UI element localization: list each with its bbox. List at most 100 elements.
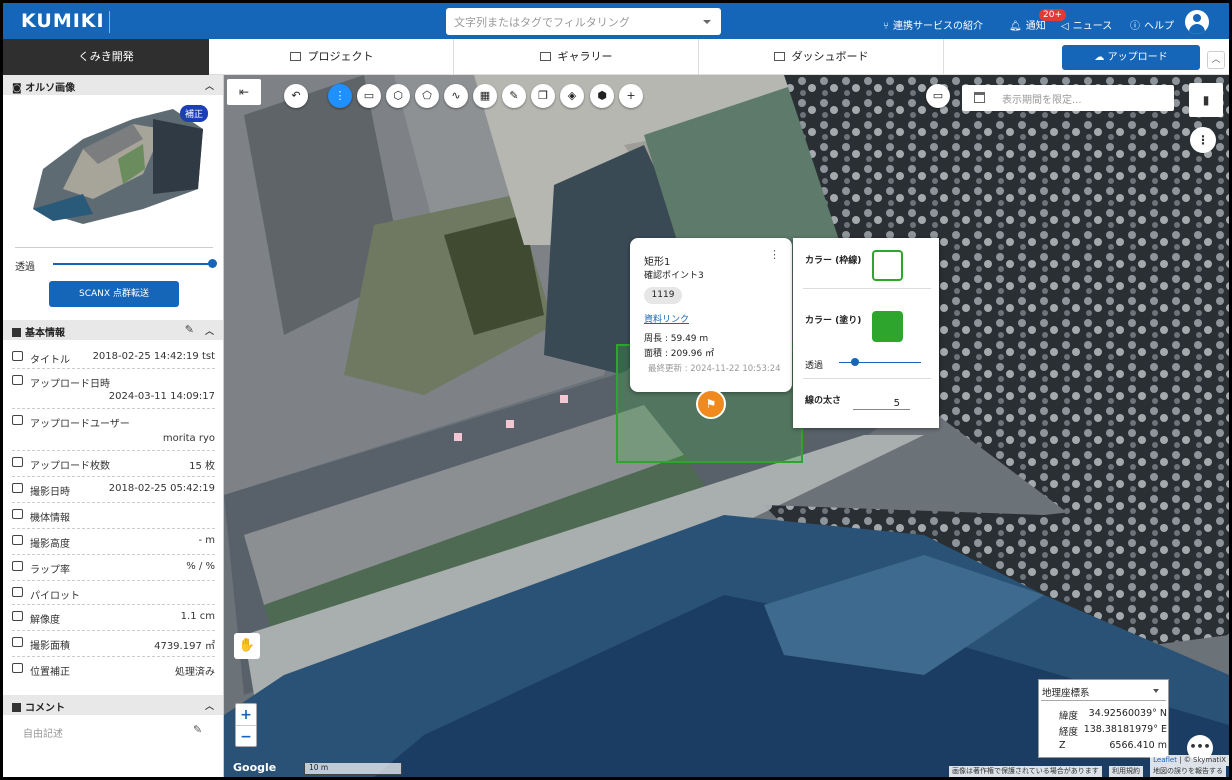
search-filter-input[interactable]: 文字列またはタグでフィルタリング [446, 8, 721, 35]
undo-tool[interactable]: ↶ [284, 84, 308, 108]
fill-transparency-label: 透過 [805, 361, 824, 371]
user-icon [12, 415, 23, 425]
copy-icon: ❐ [538, 89, 548, 102]
ruler-icon: ▭ [363, 89, 375, 102]
tab-gallery-label: ギャラリー [557, 50, 613, 63]
map-layer-button[interactable]: ▮ [1189, 83, 1223, 117]
pencil-icon[interactable]: ✎ [193, 723, 202, 736]
organization-selector[interactable]: くみき開発 [3, 39, 209, 75]
help-link[interactable]: ⓘ ヘルプ [1130, 17, 1174, 32]
integration-link[interactable]: ⑂ 連携サービスの紹介 [883, 17, 983, 32]
fill-transparency-slider[interactable] [839, 358, 921, 366]
comment-input[interactable]: 自由記述 [23, 725, 63, 740]
measure-tool[interactable]: ▭ [357, 84, 381, 108]
map-attribution: Leaflet | © SkymatiX [1150, 755, 1229, 766]
divider [803, 288, 931, 289]
plus-icon: + [626, 89, 636, 102]
news-link[interactable]: ◁ ニュース [1061, 17, 1112, 32]
chevron-up-icon[interactable]: ︿ [205, 324, 214, 337]
info-row-upload-date: アップロード日時 2024-03-11 14:09:17 [12, 369, 215, 409]
help-icon: ⓘ [1130, 21, 1140, 32]
basic-info-section-header[interactable]: 基本情報 ✎ ︿ [3, 320, 223, 340]
info-value: 4739.197 ㎡ [154, 641, 215, 652]
megaphone-icon: ◁ [1061, 21, 1069, 32]
dots-vertical-icon: ⋮ [1197, 133, 1209, 147]
terms-link[interactable]: 利用規約 [1109, 766, 1143, 777]
info-label: パイロット [30, 591, 80, 602]
camera-icon: ◙ [12, 83, 26, 94]
map-view[interactable]: ⇤ ↶ ⋮ ▭ ⬡ ⬠ ∿ ▦ ✎ ❐ ◈ ⬢ + ▭ 表示期間を限定... ▮… [224, 75, 1229, 777]
zoom-out-button[interactable]: − [236, 726, 256, 748]
document-link[interactable]: 資料リンク [644, 312, 689, 325]
comment-section-header[interactable]: コメント ︿ [3, 695, 223, 715]
upload-button[interactable]: ☁ アップロード [1062, 45, 1200, 70]
grid-tool[interactable]: ▦ [473, 84, 497, 108]
tab-gallery[interactable]: ギャラリー [454, 39, 699, 75]
area-icon [12, 637, 23, 647]
pencil-icon[interactable]: ✎ [185, 323, 194, 336]
folder-icon [289, 52, 301, 61]
divider [1041, 700, 1166, 701]
chevron-up-icon[interactable]: ︿ [205, 699, 214, 712]
info-label: 位置補正 [30, 667, 70, 678]
eraser-tool[interactable]: ◈ [560, 84, 584, 108]
zoom-in-button[interactable]: + [236, 704, 256, 726]
period-filter-input[interactable]: 表示期間を限定... [962, 85, 1174, 111]
polygon-area-tool[interactable]: ⬡ [386, 84, 410, 108]
period-placeholder: 表示期間を限定... [1002, 95, 1082, 106]
calendar-icon [974, 92, 985, 103]
dots-vertical-icon[interactable]: ⋮ [769, 248, 780, 261]
stroke-color-swatch[interactable] [872, 250, 903, 281]
bell-icon: 🔔︎ [1009, 21, 1022, 32]
add-tool[interactable]: + [619, 84, 643, 108]
info-label: 撮影面積 [30, 641, 70, 652]
transparency-slider[interactable] [53, 259, 217, 268]
pentagon-tool[interactable]: ⬠ [415, 84, 439, 108]
pan-tool[interactable]: ✋ [234, 633, 260, 659]
altitude-icon [12, 535, 23, 545]
copy-tool[interactable]: ❐ [531, 84, 555, 108]
info-card-icon [12, 328, 21, 337]
longitude-label: 経度 [1059, 727, 1079, 738]
google-logo: Google [233, 761, 277, 774]
kumiki-logo[interactable]: KUMIKI [21, 10, 105, 32]
aerial-imagery [224, 75, 1229, 777]
annotate-tool[interactable]: ✎ [502, 84, 526, 108]
coordinate-system-select[interactable]: 地理座標系 [1042, 685, 1090, 699]
tab-project[interactable]: プロジェクト [210, 39, 454, 75]
chevron-up-icon[interactable]: ︿ [205, 79, 214, 92]
report-error-link[interactable]: 地図の誤りを報告する [1150, 766, 1226, 777]
info-sidebar: ◙ オルソ画像 ︿ 補正 透過 SCANX 点群転送 基本情報 ✎ ︿ タイトル… [3, 75, 224, 777]
polygon-area-icon: ⬡ [393, 89, 403, 102]
ortho-section-header[interactable]: ◙ オルソ画像 ︿ [3, 75, 223, 95]
scanx-transfer-button[interactable]: SCANX 点群転送 [49, 281, 179, 307]
tab-dashboard[interactable]: ダッシュボード [699, 39, 944, 75]
fill-color-swatch[interactable] [872, 311, 903, 342]
collapse-header-button[interactable]: ︿ [1207, 51, 1225, 69]
longitude-value: 138.38181979° E [1083, 724, 1167, 735]
popup-updated: 最終更新 : 2024-11-22 10:53:24 [648, 364, 781, 374]
chevron-down-icon[interactable] [1153, 689, 1159, 693]
info-row-pilot: パイロット [12, 581, 215, 605]
line-width-input[interactable]: 5 [853, 398, 910, 410]
user-avatar[interactable] [1185, 10, 1209, 34]
chevron-down-icon[interactable] [703, 20, 711, 24]
cube-tool[interactable]: ⬢ [590, 84, 614, 108]
drone-icon [12, 509, 23, 519]
pilot-icon [12, 587, 23, 597]
menu-tool[interactable]: ⋮ [328, 84, 352, 108]
display-toggle[interactable]: ▭ [926, 84, 950, 108]
line-profile-tool[interactable]: ∿ [444, 84, 468, 108]
copy-icon [12, 663, 23, 673]
line-width-label: 線の太さ [805, 396, 842, 406]
leaflet-link[interactable]: Leaflet [1153, 756, 1177, 764]
map-options-button[interactable]: ⋮ [1190, 127, 1216, 153]
flag-marker-icon[interactable]: ⚑ [696, 389, 726, 419]
monitor-icon [773, 52, 785, 61]
cube-icon: ⬢ [597, 89, 607, 102]
image-icon [12, 611, 23, 621]
help-label: ヘルプ [1144, 21, 1174, 32]
fill-color-label: カラー (塗り) [805, 316, 862, 326]
popup-subtitle: 確認ポイント3 [644, 271, 704, 281]
collapse-sidebar-button[interactable]: ⇤ [227, 79, 261, 105]
